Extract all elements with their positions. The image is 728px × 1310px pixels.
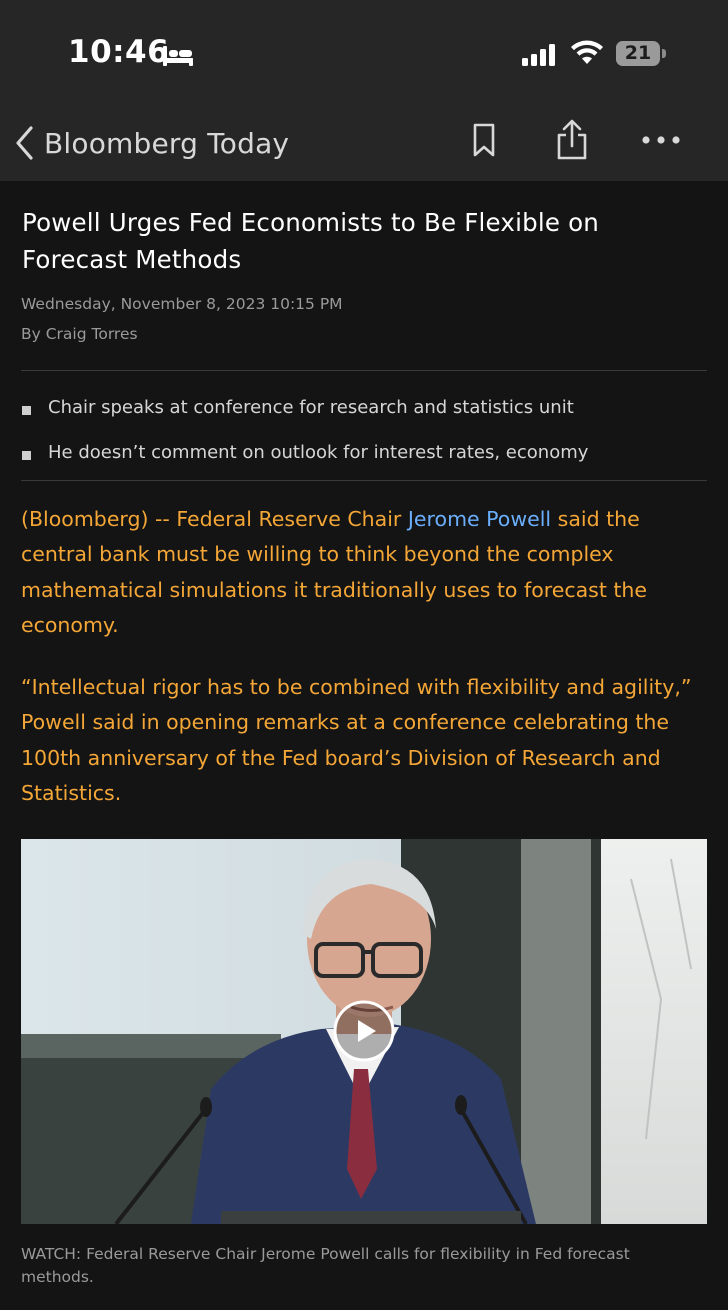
top-bar: 10:46 21 Bloomberg Today bbox=[0, 0, 728, 181]
divider bbox=[21, 480, 707, 481]
key-point-text: He doesn’t comment on outlook for intere… bbox=[48, 442, 589, 463]
battery-percent: 21 bbox=[624, 42, 652, 64]
bookmark-icon[interactable] bbox=[470, 122, 498, 158]
share-icon[interactable] bbox=[554, 118, 590, 162]
article-paragraph: “Intellectual rigor has to be combined w… bbox=[21, 675, 692, 805]
jerome-powell-link[interactable]: Jerome Powell bbox=[408, 507, 551, 531]
back-button[interactable]: Bloomberg Today bbox=[14, 122, 289, 164]
article-headline: Powell Urges Fed Economists to Be Flexib… bbox=[22, 208, 600, 274]
chevron-left-icon bbox=[16, 126, 33, 160]
key-point: He doesn’t comment on outlook for intere… bbox=[22, 436, 702, 481]
key-point-text: Chair speaks at conference for research … bbox=[48, 397, 574, 418]
paragraph-text: (Bloomberg) -- Federal Reserve Chair bbox=[21, 507, 408, 531]
more-icon[interactable] bbox=[640, 128, 682, 152]
back-title: Bloomberg Today bbox=[44, 126, 290, 160]
article-date: Wednesday, November 8, 2023 10:15 PM bbox=[21, 295, 343, 313]
key-points-list: Chair speaks at conference for research … bbox=[22, 391, 702, 481]
wifi-icon bbox=[571, 40, 603, 64]
video-player[interactable] bbox=[21, 839, 707, 1224]
bed-icon bbox=[163, 46, 193, 66]
battery-icon: 21 bbox=[616, 41, 666, 66]
divider bbox=[21, 370, 707, 371]
play-icon[interactable] bbox=[332, 999, 396, 1063]
video-caption: WATCH: Federal Reserve Chair Jerome Powe… bbox=[21, 1245, 630, 1286]
status-time: 10:46 bbox=[68, 34, 170, 70]
bullet-marker bbox=[22, 406, 31, 415]
bullet-marker bbox=[22, 451, 31, 460]
key-point: Chair speaks at conference for research … bbox=[22, 391, 702, 436]
article-paragraph: (Bloomberg) -- Federal Reserve Chair Jer… bbox=[21, 502, 707, 643]
article-byline: By Craig Torres bbox=[21, 325, 138, 343]
signal-icon bbox=[522, 44, 555, 66]
